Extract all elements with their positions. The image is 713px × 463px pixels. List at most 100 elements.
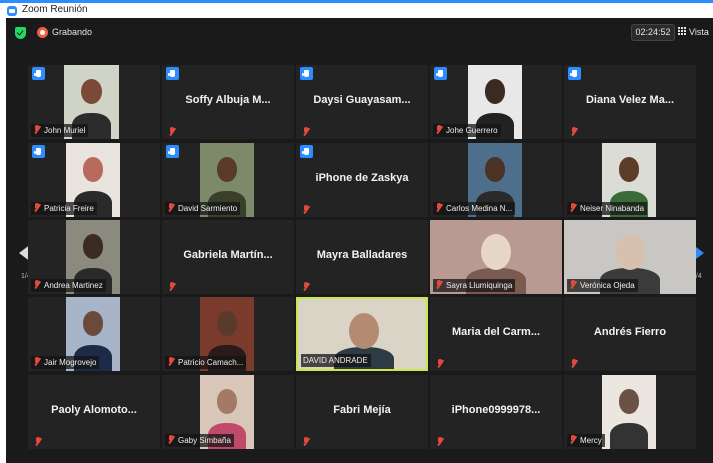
participant-tile[interactable]: Paoly Alomoto... [28, 375, 160, 449]
participant-name: Sayra Llumiquinga [446, 281, 513, 290]
participant-tile[interactable]: iPhone de Zaskya [296, 143, 428, 217]
participant-name: David Sarmiento [178, 204, 238, 213]
participant-name: Mayra Balladares [316, 249, 408, 261]
participant-tile[interactable]: iPhone0999978... [430, 375, 562, 449]
participant-tile[interactable]: Diana Velez Ma... [564, 65, 696, 139]
participant-tile[interactable]: Johe Guerrero [430, 65, 562, 139]
participant-face [484, 157, 506, 182]
participant-name: iPhone de Zaskya [315, 172, 409, 184]
participant-name-label: Neiser Ninabanda [567, 202, 648, 215]
participant-video [602, 375, 656, 449]
mic-muted-icon [167, 203, 175, 212]
participant-name-label: Carlos Medina N... [433, 202, 516, 215]
mic-muted-icon [302, 282, 310, 291]
recording-label: Grabando [52, 27, 93, 37]
participant-tile[interactable]: Andrés Fierro [564, 297, 696, 371]
participant-tile[interactable]: Jair Mogrovejo [28, 297, 160, 371]
participant-tile[interactable]: Gabriela Martín... [162, 220, 294, 294]
participant-face [82, 157, 104, 182]
participant-name: iPhone0999978... [451, 404, 541, 416]
participant-name: Maria del Carm... [451, 326, 541, 338]
participant-tile[interactable]: Gaby Simbaña [162, 375, 294, 449]
raised-hand-icon [300, 145, 313, 158]
participant-tile[interactable]: Verónica Ojeda [564, 220, 696, 294]
participant-tile[interactable]: Soffy Albuja M... [162, 65, 294, 139]
participant-tile[interactable]: Mercy [564, 375, 696, 449]
participant-face [82, 311, 104, 336]
zoom-app-icon [7, 6, 17, 16]
participant-face [618, 389, 640, 414]
raised-hand-icon [300, 67, 313, 80]
participant-tile[interactable]: DAVID ANDRADE [296, 297, 428, 371]
participant-name: Johe Guerrero [446, 126, 498, 135]
participant-name: Neiser Ninabanda [580, 204, 645, 213]
participant-face [82, 234, 104, 259]
mic-muted-icon [168, 282, 176, 291]
window-titlebar: Zoom Reunión [0, 0, 713, 18]
participant-tile[interactable]: Neiser Ninabanda [564, 143, 696, 217]
mic-muted-icon [569, 203, 577, 212]
participant-face [484, 79, 506, 104]
participant-name-label: Verónica Ojeda [567, 279, 638, 292]
participant-name: Carlos Medina N... [446, 204, 513, 213]
meeting-window: Grabando 02:24:52 Vista 1/4 1/4 John Mur… [6, 18, 713, 463]
raised-hand-icon [568, 67, 581, 80]
participant-name-label: Johe Guerrero [433, 124, 501, 137]
participant-tile[interactable]: Carlos Medina N... [430, 143, 562, 217]
grid-view-icon [678, 27, 687, 36]
mic-muted-icon [302, 127, 310, 136]
participant-name: Jair Mogrovejo [44, 358, 97, 367]
participant-name-label: Patricia Freire [31, 202, 97, 215]
participant-face [615, 234, 645, 270]
participant-tile[interactable]: Mayra Balladares [296, 220, 428, 294]
participant-face [349, 313, 379, 349]
participant-tile[interactable]: Patricia Freire [28, 143, 160, 217]
participant-tile[interactable]: Maria del Carm... [430, 297, 562, 371]
mic-muted-icon [33, 357, 41, 366]
raised-hand-icon [434, 67, 447, 80]
mic-muted-icon [569, 280, 577, 289]
mic-muted-icon [435, 125, 443, 134]
participant-name-label: Sayra Llumiquinga [433, 279, 516, 292]
participant-name: Fabri Mejía [333, 404, 391, 416]
view-button[interactable]: Vista [678, 24, 712, 41]
participant-name: Patricia Freire [44, 204, 94, 213]
mic-muted-icon [33, 280, 41, 289]
participant-name: Patricio Camach... [178, 358, 244, 367]
meeting-timer: 02:24:52 [631, 24, 675, 41]
participant-name-label: Gaby Simbaña [165, 434, 234, 447]
participant-name: Verónica Ojeda [580, 281, 635, 290]
participant-name-label: John Muriel [31, 124, 89, 137]
mic-muted-icon [167, 435, 175, 444]
participant-silhouette [610, 423, 648, 449]
participant-face [481, 234, 511, 270]
participant-name: Soffy Albuja M... [185, 94, 271, 106]
participant-tile[interactable]: Fabri Mejía [296, 375, 428, 449]
participant-name: Daysi Guayasam... [313, 94, 411, 106]
mic-muted-icon [435, 203, 443, 212]
participant-name: Diana Velez Ma... [585, 94, 675, 106]
participant-tile[interactable]: David Sarmiento [162, 143, 294, 217]
participant-name: DAVID ANDRADE [303, 356, 368, 365]
mic-muted-icon [302, 205, 310, 214]
mic-muted-icon [33, 203, 41, 212]
meeting-topbar: Grabando 02:24:52 Vista [6, 18, 713, 48]
participant-face [81, 79, 102, 105]
security-shield-icon[interactable] [15, 27, 26, 39]
participant-tile[interactable]: Andrea Martinez [28, 220, 160, 294]
mic-muted-icon [436, 359, 444, 368]
raised-hand-icon [32, 67, 45, 80]
participant-tile[interactable]: Sayra Llumiquinga [430, 220, 562, 294]
participant-tile[interactable]: Daysi Guayasam... [296, 65, 428, 139]
mic-muted-icon [168, 127, 176, 136]
participant-face [216, 389, 238, 414]
mic-muted-icon [569, 435, 577, 444]
raised-hand-icon [166, 67, 179, 80]
raised-hand-icon [166, 145, 179, 158]
mic-muted-icon [435, 280, 443, 289]
raised-hand-icon [32, 145, 45, 158]
participant-tile[interactable]: John Muriel [28, 65, 160, 139]
participant-name: Andrea Martinez [44, 281, 103, 290]
participant-tile[interactable]: Patricio Camach... [162, 297, 294, 371]
participant-name-label: DAVID ANDRADE [301, 354, 371, 367]
